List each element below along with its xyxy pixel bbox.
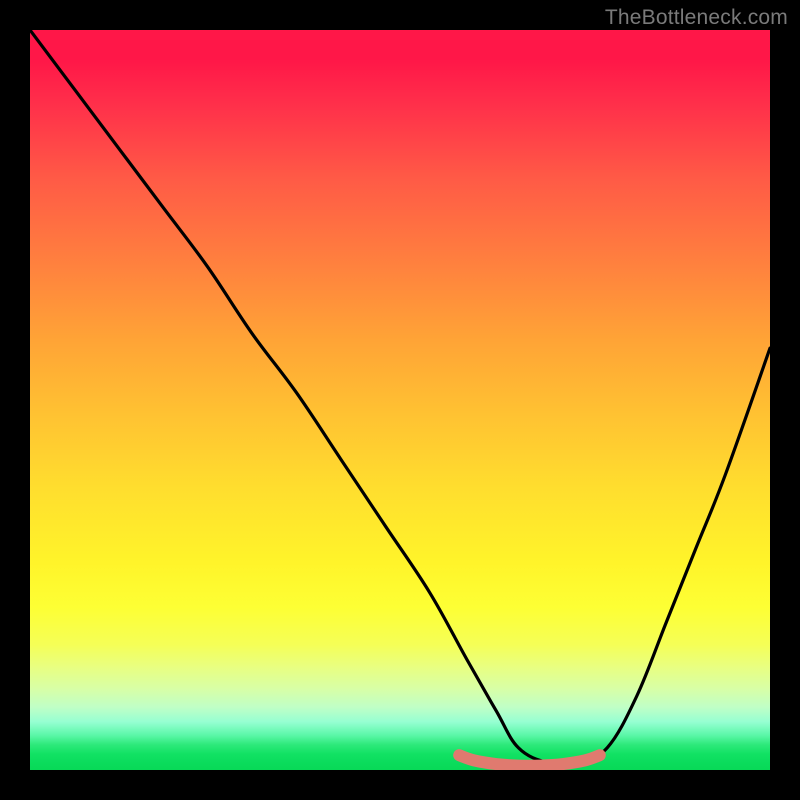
bottleneck-curve-path xyxy=(30,30,770,765)
plot-area xyxy=(30,30,770,770)
chart-frame: TheBottleneck.com xyxy=(0,0,800,800)
attribution-text: TheBottleneck.com xyxy=(605,6,788,30)
bottleneck-curve-svg xyxy=(30,30,770,770)
